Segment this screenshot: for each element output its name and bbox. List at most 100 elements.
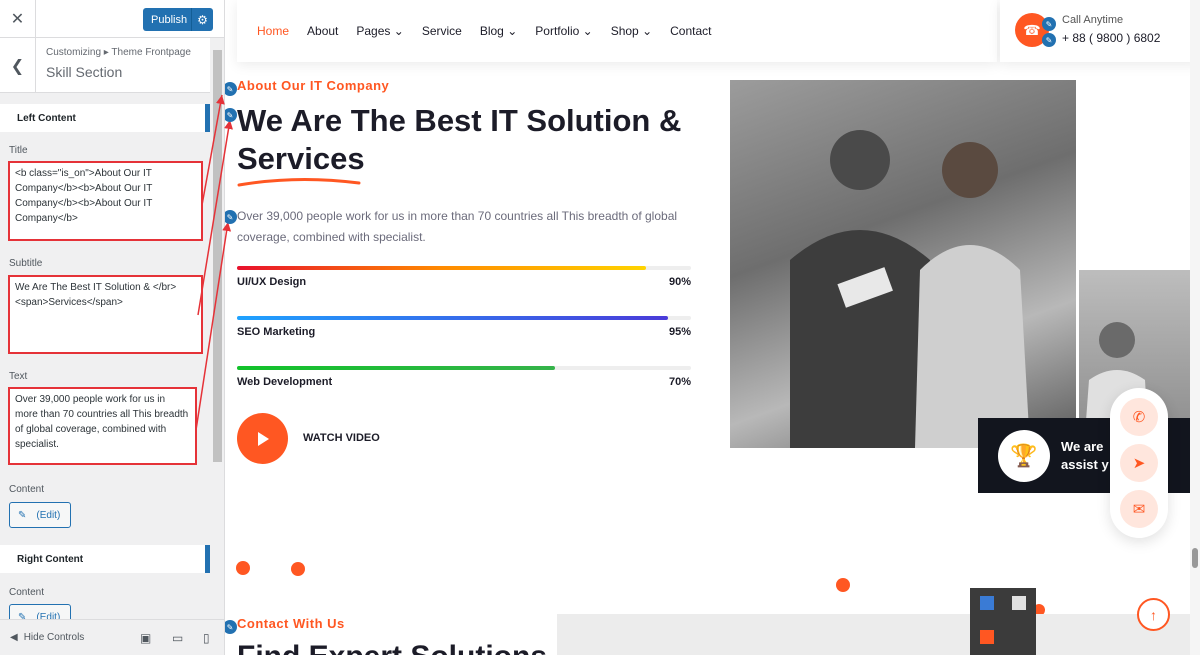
skill-bar: Web Development 70% [237, 366, 691, 388]
team-photo [730, 80, 1076, 448]
watch-video-link[interactable]: WATCH VIDEO [303, 432, 380, 444]
desktop-preview-icon[interactable]: ▣ [140, 631, 151, 645]
call-title: Call Anytime [1062, 14, 1124, 26]
chevron-down-icon: ⌄ [642, 24, 653, 38]
gear-icon[interactable]: ⚙ [191, 8, 213, 31]
network-icon[interactable] [980, 596, 994, 610]
customizer-footer: ◀ Hide Controls ▣ ▭ ▯ [0, 619, 224, 655]
panel-scroll-thumb[interactable] [213, 50, 222, 462]
edit-shortcut-icon[interactable]: ✎ [1042, 33, 1056, 47]
contact-image-area [557, 614, 1200, 655]
mobile-preview-icon[interactable]: ▯ [203, 631, 210, 645]
trophy-icon: 🏆 [998, 430, 1050, 482]
nav-blog[interactable]: Blog ⌄ [480, 24, 517, 38]
edit-shortcut-icon[interactable]: ✎ [225, 82, 237, 96]
customizer-panel: ✕ Publish ⚙ ❮ Customizing ▸ Theme Frontp… [0, 0, 225, 655]
chevron-down-icon: ⌄ [582, 24, 593, 38]
headline-line-2: Services [237, 141, 365, 176]
nav-shop[interactable]: Shop ⌄ [611, 24, 652, 38]
skill-percent: 95% [668, 326, 691, 338]
collapse-icon: ◀ [10, 632, 18, 643]
nav-portfolio[interactable]: Portfolio ⌄ [535, 24, 592, 38]
skill-bar: UI/UX Design 90% [237, 266, 691, 288]
nav-pages[interactable]: Pages ⌄ [356, 24, 403, 38]
play-button[interactable] [237, 413, 288, 464]
skill-name: UI/UX Design [237, 276, 307, 288]
section-tagline: About Our IT Company [237, 78, 390, 93]
edit-shortcut-icon[interactable]: ✎ [225, 210, 237, 224]
title-label: Title [9, 145, 28, 156]
underline-swoosh [237, 177, 361, 187]
close-icon[interactable]: ✕ [0, 0, 36, 38]
publish-button[interactable]: Publish ⚙ [143, 8, 213, 31]
nav-shop-label: Shop [610, 24, 639, 38]
skill-fill [237, 266, 646, 270]
section-headline: We Are The Best IT Solution & Services [237, 102, 707, 178]
contact-tagline: Contact With Us [237, 616, 345, 631]
call-box: ☎ ✎ ✎ Call Anytime + 88 ( 9800 ) 6802 [1000, 0, 1200, 62]
award-text-line-2: assist y [1061, 457, 1109, 472]
left-content-heading: Left Content [0, 104, 210, 132]
text-textarea[interactable]: Over 39,000 people work for us in more t… [8, 387, 197, 465]
skill-percent: 90% [668, 276, 691, 288]
chevron-down-icon: ⌄ [393, 24, 404, 38]
skill-name: Web Development [237, 376, 333, 388]
customizer-topbar: ✕ Publish ⚙ [0, 0, 224, 38]
skill-track [237, 266, 691, 270]
nav-portfolio-label: Portfolio [535, 24, 580, 38]
scroll-to-top-button[interactable]: ↑ [1137, 598, 1170, 631]
mail-icon[interactable]: ✉ [1120, 490, 1158, 528]
nav-pages-label: Pages [356, 24, 391, 38]
contact-headline: Find Expert Solutions [237, 640, 547, 655]
phone-icon[interactable]: ✆ [1120, 398, 1158, 436]
breadcrumb: Customizing ▸ Theme Frontpage [46, 47, 191, 58]
location-icon[interactable]: ➤ [1120, 444, 1158, 482]
content-label-2: Content [9, 587, 45, 598]
nav-blog-label: Blog [479, 24, 504, 38]
decorative-dot [236, 561, 250, 575]
subtitle-textarea[interactable]: We Are The Best IT Solution & </br> <spa… [8, 275, 203, 354]
skill-track [237, 366, 691, 370]
section-text: Over 39,000 people work for us in more t… [237, 209, 678, 244]
nav-home[interactable]: Home [257, 24, 289, 38]
team-photo-figures [790, 130, 1030, 448]
hide-controls-label: Hide Controls [23, 632, 85, 643]
text-label: Text [9, 371, 28, 382]
floating-contact-bar: ✆ ➤ ✉ [1110, 388, 1168, 538]
edit-shortcut-icon[interactable]: ✎ [1042, 17, 1056, 31]
edit-label: (Edit) [36, 509, 61, 521]
play-icon [257, 431, 269, 446]
edit-shortcut-icon[interactable]: ✎ [225, 620, 237, 634]
right-content-heading: Right Content [0, 545, 210, 573]
main-nav: Home About Pages ⌄ Service Blog ⌄ Portfo… [237, 0, 997, 62]
decorative-dot [836, 578, 850, 592]
hide-controls-button[interactable]: ◀ Hide Controls [10, 632, 84, 643]
headline-line-1: We Are The Best IT Solution & [237, 103, 682, 138]
chevron-down-icon: ⌄ [507, 24, 518, 38]
nav-service[interactable]: Service [422, 24, 462, 38]
pencil-icon: ✎ [18, 509, 27, 521]
section-header: ❮ Customizing ▸ Theme Frontpage Skill Se… [0, 38, 210, 93]
call-number[interactable]: + 88 ( 9800 ) 6802 [1062, 31, 1160, 45]
skill-fill [237, 316, 669, 320]
decorative-dot [291, 562, 305, 576]
xampp-icon[interactable] [980, 630, 994, 644]
skill-fill [237, 366, 555, 370]
award-text: We are assist y [1061, 438, 1109, 474]
preview-scroll-thumb[interactable] [1192, 548, 1198, 568]
tablet-preview-icon[interactable]: ▭ [172, 631, 183, 645]
edit-content-button[interactable]: ✎ (Edit) [9, 502, 71, 528]
publish-label: Publish [151, 13, 188, 26]
skill-track [237, 316, 691, 320]
skill-bar: SEO Marketing 95% [237, 316, 691, 338]
back-arrow-icon[interactable]: ❮ [0, 38, 36, 93]
title-textarea[interactable]: <b class="is_on">About Our IT Company</b… [8, 161, 203, 241]
edit-shortcut-icon[interactable]: ✎ [225, 108, 237, 122]
shield-icon[interactable] [1012, 596, 1026, 610]
content-label: Content [9, 484, 45, 495]
skill-percent: 70% [668, 376, 691, 388]
nav-about[interactable]: About [307, 24, 338, 38]
subtitle-label: Subtitle [9, 258, 43, 269]
section-title: Skill Section [46, 64, 123, 80]
nav-contact[interactable]: Contact [670, 24, 711, 38]
